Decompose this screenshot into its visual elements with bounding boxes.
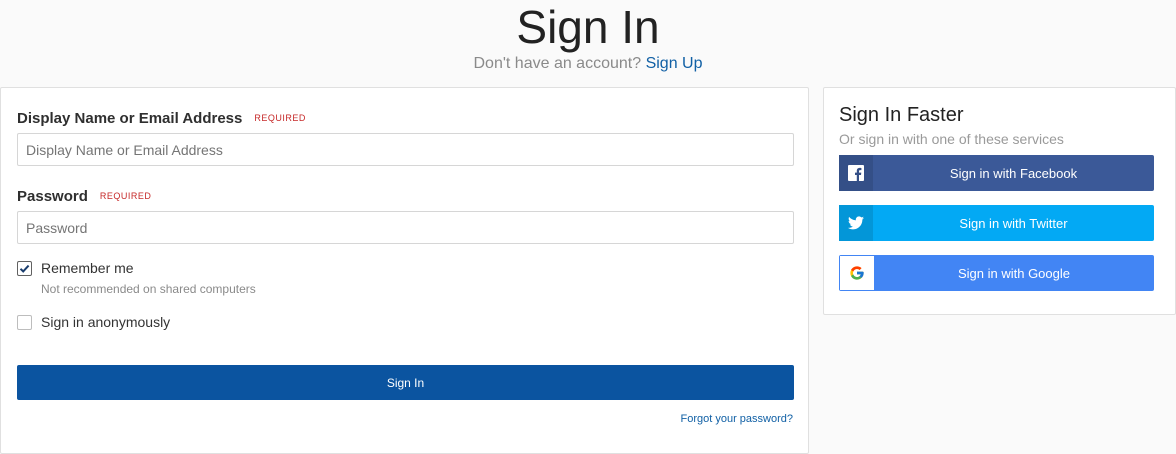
twitter-button-label: Sign in with Twitter <box>959 215 1068 231</box>
password-input[interactable] <box>17 211 794 244</box>
checkmark-icon <box>19 264 30 273</box>
password-required-badge: REQUIRED <box>99 191 152 201</box>
google-sign-in-button[interactable]: Sign in with Google <box>839 255 1154 291</box>
remember-me-checkbox[interactable] <box>17 261 32 276</box>
google-icon <box>840 256 874 290</box>
facebook-sign-in-button[interactable]: Sign in with Facebook <box>839 155 1154 191</box>
signup-prompt: Don't have an account? Sign Up <box>0 55 1176 73</box>
social-panel-subtitle: Or sign in with one of these services <box>839 131 1064 147</box>
facebook-icon <box>839 155 873 191</box>
anonymous-checkbox[interactable] <box>17 315 32 330</box>
username-label-text: Display Name or Email Address <box>17 110 243 127</box>
signup-link[interactable]: Sign Up <box>646 55 703 72</box>
facebook-button-label: Sign in with Facebook <box>949 165 1078 181</box>
forgot-password-link[interactable]: Forgot your password? <box>681 413 794 425</box>
password-label-text: Password <box>17 188 88 205</box>
social-panel-title: Sign In Faster <box>839 104 964 126</box>
anonymous-label[interactable]: Sign in anonymously <box>41 314 170 330</box>
remember-me-hint: Not recommended on shared computers <box>41 282 256 296</box>
sign-in-button[interactable]: Sign In <box>17 365 794 400</box>
page-title: Sign In <box>516 1 660 53</box>
google-button-label: Sign in with Google <box>957 265 1070 281</box>
twitter-sign-in-button[interactable]: Sign in with Twitter <box>839 205 1154 241</box>
remember-me-label[interactable]: Remember me <box>41 260 134 276</box>
social-sign-in-panel: Sign In Faster Or sign in with one of th… <box>823 87 1176 315</box>
username-required-badge: REQUIRED <box>254 113 306 123</box>
twitter-icon <box>839 205 873 241</box>
password-label: Password REQUIRED <box>17 188 151 205</box>
signup-prompt-text: Don't have an account? <box>473 55 642 72</box>
sign-in-form: Display Name or Email Address REQUIRED Pa… <box>0 87 809 454</box>
page-header: Sign In Don't have an account? Sign Up <box>0 0 1176 86</box>
username-input[interactable] <box>17 133 794 166</box>
username-label: Display Name or Email Address REQUIRED <box>17 110 306 127</box>
